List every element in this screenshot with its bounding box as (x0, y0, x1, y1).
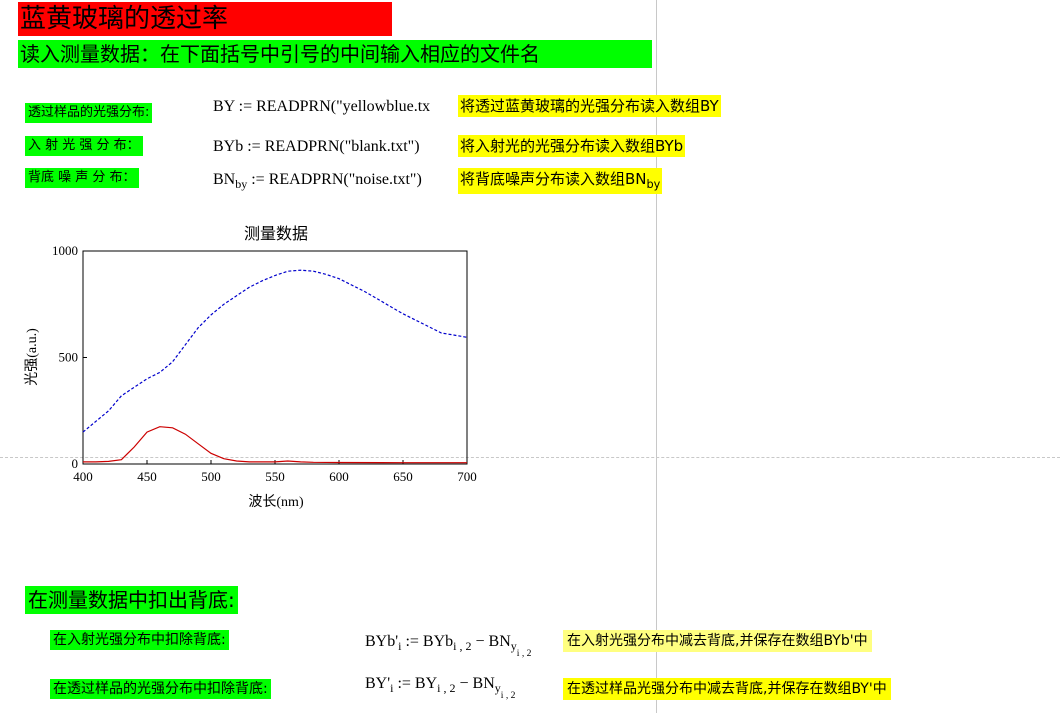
bn-subsub: i , 2 (500, 690, 516, 702)
lhs-byb: BYb' (365, 633, 399, 650)
label-transmitted-distribution[interactable]: 透过样品的光强分布: (25, 103, 153, 123)
y-tick-label: 1000 (52, 243, 78, 258)
bn-subsub: i , 2 (516, 648, 532, 660)
formula-read-bn[interactable]: BNby := READPRN("noise.txt") (213, 170, 422, 190)
bn-sub: y (510, 639, 517, 654)
comment-bn-subscript: by (646, 178, 661, 191)
formula-read-by[interactable]: BY := READPRN("yellowblue.tx (213, 97, 430, 117)
x-tick-label: 600 (329, 469, 349, 484)
plot-area-frame (82, 250, 468, 465)
label-noise-distribution[interactable]: 背底 噪 声 分 布： (25, 168, 139, 188)
x-tick-label: 450 (137, 469, 157, 484)
formula-bn-subscript: by (235, 177, 248, 192)
series-line-solid (83, 426, 467, 464)
rhs-byb-sub: i , 2 (453, 639, 472, 654)
comment-read-bn[interactable]: 将背底噪声分布读入数组BNby (458, 168, 663, 194)
comment-bn-main: 将背底噪声分布读入数组BN (460, 170, 647, 188)
measurement-chart[interactable]: 测量数据 05001000 400 450 500 550 600 650 700 波长(n… (0, 215, 520, 515)
label-subtract-incident[interactable]: 在入射光强分布中扣除背底: (50, 630, 229, 650)
series-line-dashed (82, 269, 468, 433)
x-tick-label: 500 (201, 469, 221, 484)
x-axis-label: 波长(nm) (248, 494, 304, 510)
comment-read-by[interactable]: 将透过蓝黄玻璃的光强分布读入数组BY (458, 95, 721, 117)
rhs-by-sub: i , 2 (437, 681, 456, 696)
formula-subtract-incident[interactable]: BYb'i := BYbi , 2 − BNyi , 2 (365, 632, 531, 658)
label-incident-distribution[interactable]: 入 射 光 强 分 布： (25, 136, 143, 156)
formula-bn-name: BN (213, 171, 236, 188)
worksheet-title[interactable]: 蓝黄玻璃的透过率 (18, 2, 392, 36)
chart-title: 测量数据 (244, 225, 308, 243)
lhs-by: BY' (365, 675, 391, 692)
y-axis-label: 光强(a.u.) (24, 328, 40, 386)
bn-sub: y (494, 681, 501, 696)
comment-read-byb[interactable]: 将入射光的光强分布读入数组BYb (458, 135, 686, 157)
x-tick-label: 550 (265, 469, 285, 484)
op-assign: := BY (393, 675, 438, 692)
op-minus: − BN (455, 675, 495, 692)
formula-subtract-transmitted[interactable]: BY'i := BYi , 2 − BNyi , 2 (365, 674, 515, 700)
comment-subtract-incident[interactable]: 在入射光强分布中减去背底,并保存在数组BYb'中 (563, 630, 872, 652)
x-tick-label: 650 (393, 469, 413, 484)
y-tick-label: 500 (59, 350, 79, 365)
x-tick-label: 400 (73, 469, 93, 484)
worksheet-subtitle[interactable]: 读入测量数据：在下面括号中引号的中间输入相应的文件名 (18, 40, 652, 68)
comment-subtract-transmitted[interactable]: 在透过样品光强分布中减去背底,并保存在数组BY'中 (563, 678, 891, 700)
formula-read-byb[interactable]: BYb := READPRN("blank.txt") (213, 137, 420, 157)
op-assign: := BYb (401, 633, 454, 650)
formula-bn-rest: := READPRN("noise.txt") (247, 171, 422, 188)
label-subtract-transmitted[interactable]: 在透过样品的光强分布中扣除背底: (50, 679, 271, 699)
background-subtraction-heading[interactable]: 在测量数据中扣出背底: (25, 586, 238, 614)
op-minus: − BN (471, 633, 511, 650)
x-tick-label: 700 (457, 469, 477, 484)
